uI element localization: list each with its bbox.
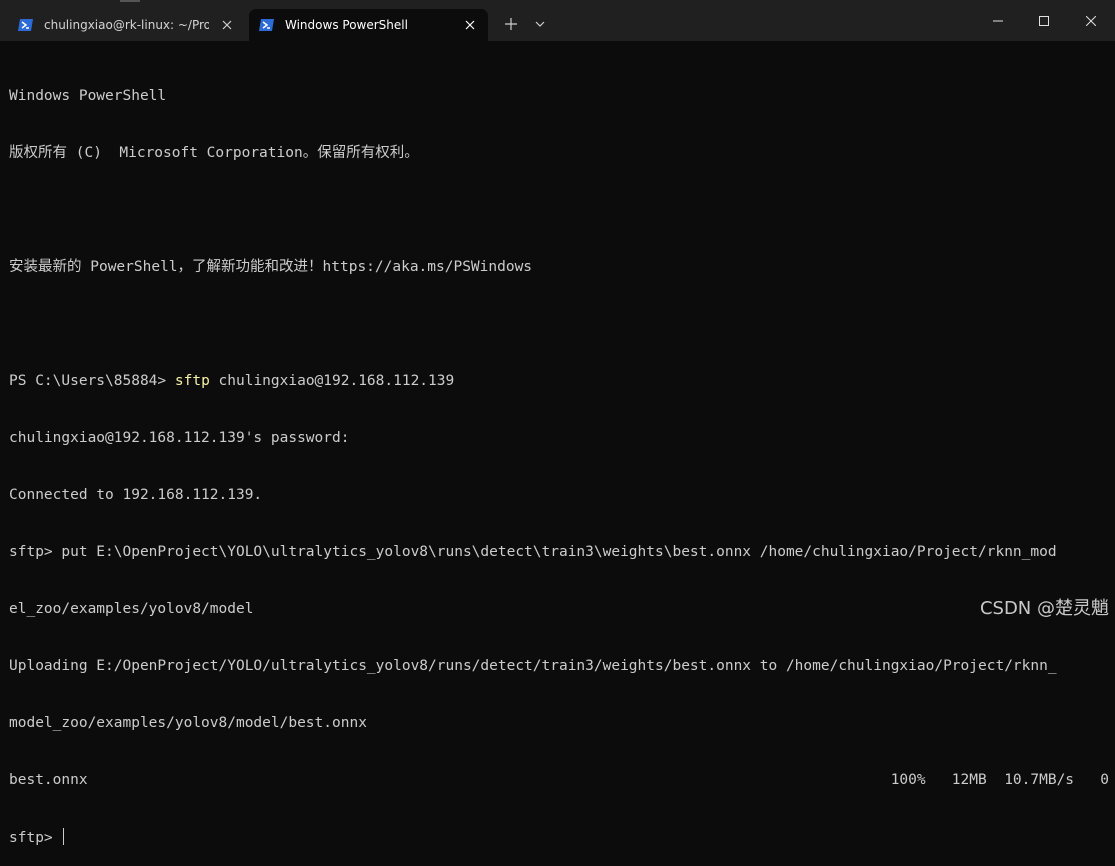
close-tab-icon[interactable] [462,17,478,33]
terminal-line: model_zoo/examples/yolov8/model/best.onn… [9,715,367,731]
minimize-icon [993,20,1003,21]
terminal-line: chulingxiao@192.168.112.139's password: [9,430,350,446]
terminal-line: 版权所有 (C) Microsoft Corporation。保留所有权利。 [9,145,419,161]
powershell-icon [259,18,275,32]
powershell-icon [18,18,34,32]
command-args: chulingxiao@192.168.112.139 [209,373,455,389]
terminal-line-current[interactable]: sftp> [9,828,1109,847]
tab-rk-linux[interactable]: chulingxiao@rk-linux: ~/Proje [8,9,245,41]
terminal-line-command: PS C:\Users\85884> sftp chulingxiao@192.… [9,372,1109,391]
close-tab-icon[interactable] [219,17,235,33]
terminal-line: Windows PowerShell [9,88,167,104]
terminal-line: 安装最新的 PowerShell，了解新功能和改进！https://aka.ms… [9,259,533,275]
title-bar: chulingxiao@rk-linux: ~/Proje Windows Po… [0,0,1115,41]
close-window-button[interactable] [1068,0,1114,41]
terminal-output[interactable]: Windows PowerShell 版权所有 (C) Microsoft Co… [9,49,1109,866]
tab-dropdown-button[interactable] [529,12,551,36]
terminal-line: Connected to 192.168.112.139. [9,487,263,503]
maximize-icon [1039,15,1049,26]
command-name: sftp [174,373,210,389]
sftp-prompt: sftp> [9,830,62,846]
terminal-line: el_zoo/examples/yolov8/model [9,601,254,617]
tab-windows-powershell[interactable]: Windows PowerShell [249,9,488,41]
new-tab-button[interactable] [499,12,523,36]
close-icon [1086,15,1096,26]
terminal-line: best.onnx 100% 12MB 10.7MB/s 00:01 [9,772,1109,788]
title-bar-strip [120,0,140,2]
tab-label: Windows PowerShell [285,18,408,32]
maximize-button[interactable] [1021,0,1067,41]
chevron-down-icon [535,21,545,27]
watermark: CSDN @楚灵魈 [979,598,1109,619]
plus-icon [505,18,517,30]
terminal-line: Uploading E:/OpenProject/YOLO/ultralytic… [9,658,1057,674]
text-cursor [63,828,65,845]
prompt: PS C:\Users\85884> [9,373,175,389]
tab-label: chulingxiao@rk-linux: ~/Proje [44,18,209,32]
minimize-button[interactable] [975,0,1021,41]
terminal-line: sftp> put E:\OpenProject\YOLO\ultralytic… [9,544,1057,560]
